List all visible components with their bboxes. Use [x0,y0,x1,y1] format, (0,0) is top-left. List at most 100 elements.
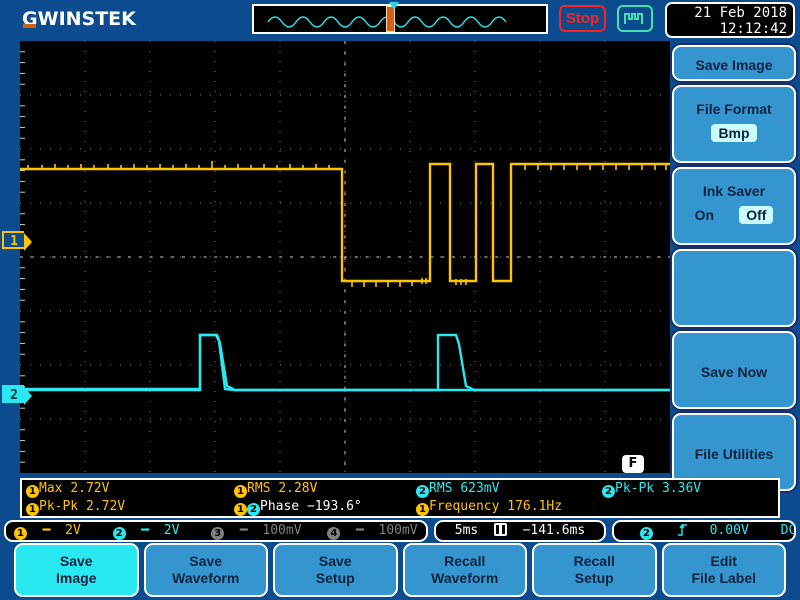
ch1-badge-icon: 1 [234,503,247,516]
ink-saver-option-on[interactable]: On [695,207,714,223]
menu-item-file-format-label: File Format [696,101,772,117]
function-key-save-waveform[interactable]: Save Waveform [143,543,268,597]
measurement-phase-value: −193.6° [306,499,362,514]
status-bar: 1 ━ 2V 2 ━ 2V 3 ━ 100mV 4 ━ 100mV 5ms −1… [4,520,796,542]
menu-item-ink-saver-label: Ink Saver [702,183,766,199]
measurement-panel: 1 Max 2.72V 1 RMS 2.28V 2 RMS 623mV 2 Pk-Pk … [20,478,780,518]
ch1-badge-icon: 1 [14,527,27,540]
ch1-badge-icon: 1 [26,503,39,516]
trigger-source-badge-icon: 2 [640,527,653,540]
measurement-phase[interactable]: 1 2 Phase −193.6° [234,498,362,516]
file-format-value[interactable]: Bmp [711,124,757,142]
measurement-ch1-frequency-name: Frequency [429,499,500,514]
preview-waveform [267,16,507,28]
menu-item-save-image-label: Save Image [695,57,773,73]
measurement-ch1-rms-value: 2.28V [278,481,318,496]
horizontal-position-icon [493,523,507,536]
menu-item-blank-label [674,251,794,253]
date-text: 21 Feb 2018 [694,5,787,21]
measurement-ch1-max-name: Max [39,481,63,496]
trigger-status-group[interactable]: 2 0.00V DC [612,520,796,542]
status-channel-2[interactable]: 2 ━ 2V [112,522,180,540]
measurement-ch2-rms-name: RMS [429,481,453,496]
measurement-ch1-max-value: 2.72V [70,481,110,496]
pulse-waveform-icon [624,13,643,24]
measurement-ch2-pkpk-value: 3.36V [661,481,702,496]
ch3-coupling-icon: ━ [239,523,248,538]
menu-item-blank-slot[interactable] [672,249,796,327]
function-key-save-waveform-line2: Waveform [172,570,240,586]
ch1-badge-icon: 1 [26,485,39,498]
channel-2-position-marker[interactable]: 2 [2,385,32,405]
ch2-badge-icon: 2 [416,485,429,498]
function-key-recall-setup-line1: Recall [573,553,615,569]
trigger-coupling: DC [780,523,797,538]
oscilloscope-screen: GWINSTEK Stop 21 Feb 2018 12:12:42 1 2 F… [0,0,800,600]
measurement-ch1-max[interactable]: 1 Max 2.72V [26,480,109,498]
brand-logo: GWINSTEK [22,8,136,30]
status-channel-3[interactable]: 3 ━ 100mV [211,522,302,540]
function-key-bar: Save Image Save Waveform Save Setup Reca… [14,543,786,597]
menu-item-save-now-label: Save Now [700,364,768,380]
measurement-ch1-pkpk[interactable]: 1 Pk-Pk 2.72V [26,498,125,516]
function-key-save-image-line1: Save [59,553,93,569]
logo-text-gw: GW [22,8,59,30]
ch1-coupling-icon: ━ [42,523,51,538]
ch1-badge-icon: 1 [234,485,247,498]
logo-text-instek: INSTEK [58,8,136,30]
function-key-recall-waveform-line2: Waveform [431,570,499,586]
function-key-recall-waveform-line1: Recall [444,553,486,569]
measurement-ch2-rms[interactable]: 2 RMS 623mV [416,480,499,498]
ink-saver-option-off[interactable]: Off [739,206,774,224]
status-channel-2-scale: 2V [163,523,180,538]
trigger-level: 0.00V [709,523,749,538]
measurement-ch1-frequency-value: 176.1Hz [507,499,563,514]
measurement-ch2-pkpk[interactable]: 2 Pk-Pk 3.36V [602,480,701,498]
function-key-edit-file-label[interactable]: Edit File Label [661,543,786,597]
function-key-recall-waveform[interactable]: Recall Waveform [402,543,527,597]
run-stop-status[interactable]: Stop [559,5,606,32]
top-bar: GWINSTEK Stop 21 Feb 2018 12:12:42 [0,0,800,40]
status-channel-4[interactable]: 4 ━ 100mV [327,522,418,540]
function-key-save-setup[interactable]: Save Setup [273,543,398,597]
measurement-ch1-frequency[interactable]: 1 Frequency 176.1Hz [416,498,562,516]
status-channel-3-scale: 100mV [262,523,302,538]
grid-and-traces [20,41,670,473]
timebase-position: −141.6ms [522,523,586,538]
ch4-badge-icon: 4 [327,527,341,540]
status-channel-1[interactable]: 1 ━ 2V [14,522,81,540]
timebase-scale: 5ms [454,523,479,538]
trigger-position-marker-icon [389,2,399,10]
measurement-row-2: 1 Pk-Pk 2.72V 1 2 Phase −193.6° 1 Frequency … [22,498,778,516]
measurement-ch2-pkpk-name: Pk-Pk [615,481,655,496]
measurement-ch1-rms[interactable]: 1 RMS 2.28V [234,480,317,498]
function-key-save-setup-line2: Setup [315,570,355,586]
ch3-badge-icon: 3 [211,527,225,540]
function-key-save-waveform-line1: Save [189,553,223,569]
ch1-badge-icon: 1 [416,503,429,516]
menu-item-ink-saver[interactable]: Ink Saver On Off [672,167,796,245]
ch2-coupling-icon: ━ [141,523,149,538]
status-channel-4-scale: 100mV [378,523,418,538]
status-channel-1-scale: 2V [65,523,81,538]
function-key-save-image-line2: Image [56,570,97,586]
function-key-edit-file-label-line1: Edit [710,553,737,569]
measurement-ch1-pkpk-name: Pk-Pk [39,499,79,514]
rising-edge-icon [677,524,687,536]
measurement-ch2-rms-value: 623mV [460,481,500,496]
waveform-display[interactable] [20,41,670,473]
function-key-save-image[interactable]: Save Image [14,543,139,597]
function-key-edit-file-label-line2: File Label [691,570,757,586]
ch4-coupling-icon: ━ [356,523,364,538]
trigger-mode-button[interactable] [617,5,653,32]
function-key-save-setup-line1: Save [318,553,352,569]
function-key-recall-setup[interactable]: Recall Setup [532,543,657,597]
timebase-status-group[interactable]: 5ms −141.6ms [434,520,606,542]
menu-item-file-format[interactable]: File Format Bmp [672,85,796,163]
side-menu: Save Image File Format Bmp Ink Saver On … [672,45,796,495]
menu-item-save-image[interactable]: Save Image [672,45,796,81]
channel-1-position-marker[interactable]: 1 [2,231,32,251]
timebase-preview-window[interactable] [252,4,548,34]
function-key-recall-setup-line2: Setup [574,570,614,586]
menu-item-save-now[interactable]: Save Now [672,331,796,409]
